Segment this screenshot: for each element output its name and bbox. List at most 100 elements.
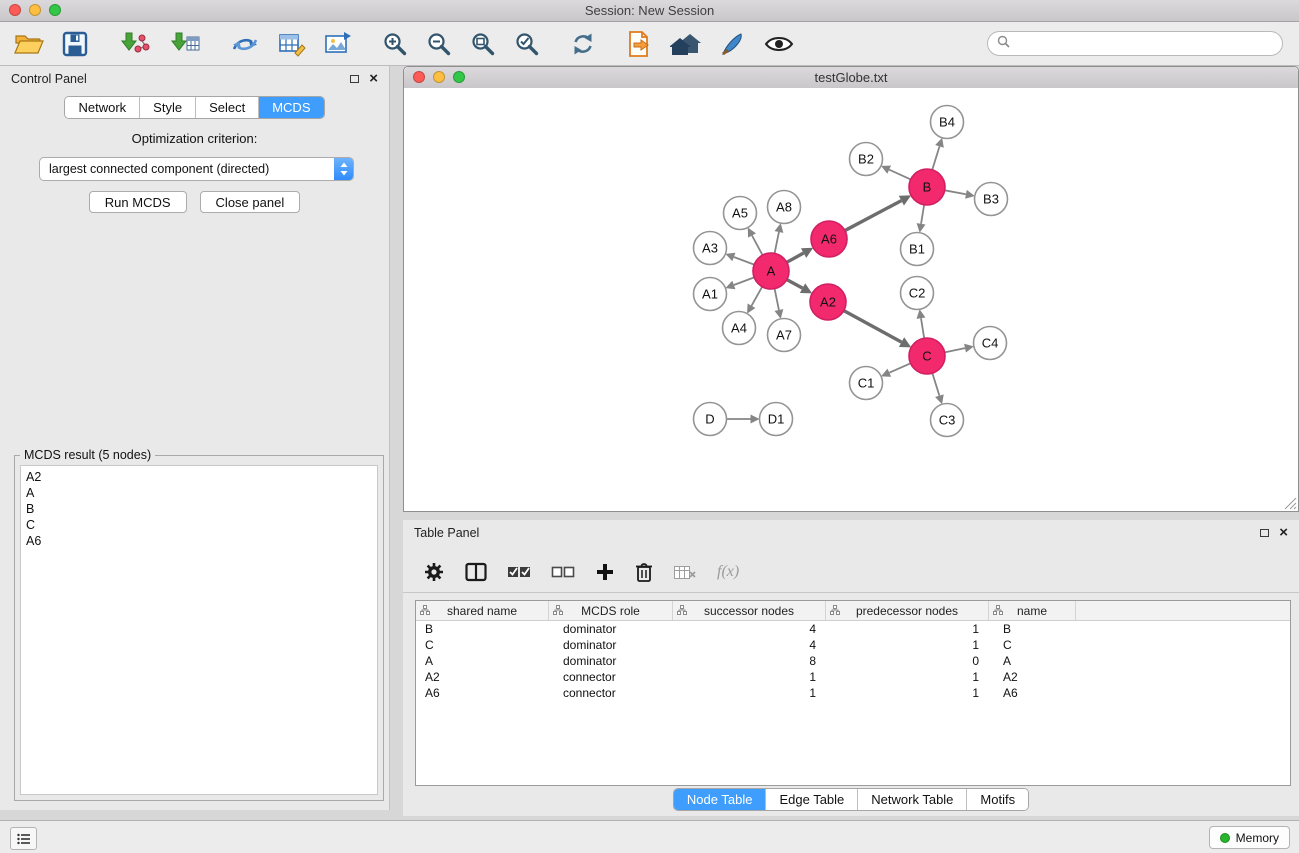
export-image-icon[interactable]	[324, 27, 352, 61]
network-close-button[interactable]	[413, 71, 425, 83]
graph-edge-A-A6[interactable]	[787, 248, 813, 263]
function-builder-button[interactable]: f(x)	[717, 563, 739, 581]
graph-node-A6[interactable]: A6	[811, 221, 847, 257]
graphics-details-icon[interactable]	[720, 27, 746, 61]
show-hide-icon[interactable]	[764, 27, 794, 61]
graph-node-D1[interactable]: D1	[760, 403, 793, 436]
graph-node-B4[interactable]: B4	[931, 106, 964, 139]
table-tab-motifs[interactable]: Motifs	[967, 789, 1028, 810]
graph-edge-A-A4[interactable]	[747, 287, 762, 314]
column-header-MCDS-role[interactable]: MCDS role	[549, 601, 673, 620]
tab-style[interactable]: Style	[140, 97, 196, 118]
result-item[interactable]: A2	[26, 469, 377, 485]
graph-edge-C-C1[interactable]	[881, 363, 910, 377]
column-header-predecessor-nodes[interactable]: predecessor nodes	[826, 601, 989, 620]
tab-select[interactable]: Select	[196, 97, 259, 118]
run-mcds-button[interactable]: Run MCDS	[89, 191, 187, 213]
graph-node-A4[interactable]: A4	[723, 312, 756, 345]
close-window-button[interactable]	[9, 4, 21, 16]
graph-node-A7[interactable]: A7	[768, 319, 801, 352]
graph-edge-A-A1[interactable]	[725, 277, 754, 289]
resize-grip-icon[interactable]	[1284, 497, 1297, 510]
graph-edge-B-B1[interactable]	[917, 205, 926, 233]
graph-node-A2[interactable]: A2	[810, 284, 846, 320]
graph-node-A5[interactable]: A5	[724, 197, 757, 230]
criterion-select[interactable]: largest connected component (directed)	[39, 157, 354, 181]
table-settings-gear-icon[interactable]	[423, 555, 445, 589]
graph-edge-A-A2[interactable]	[787, 280, 812, 294]
import-table-icon[interactable]	[168, 27, 200, 61]
network-canvas[interactable]: B4B2BB3A5A8A6B1A3AC2A1A2A4A7C4CC1C3DD1	[404, 88, 1298, 511]
graph-node-D[interactable]: D	[694, 403, 727, 436]
search-field[interactable]	[987, 31, 1283, 56]
task-history-button[interactable]	[10, 827, 37, 850]
graph-edge-A-A5[interactable]	[748, 228, 763, 256]
network-minimize-button[interactable]	[433, 71, 445, 83]
graph-edge-B-B4[interactable]	[932, 138, 944, 170]
result-item[interactable]: C	[26, 517, 377, 533]
column-header-shared-name[interactable]: shared name	[416, 601, 549, 620]
table-row[interactable]: A6connector11A6	[416, 685, 1290, 701]
graph-node-B1[interactable]: B1	[901, 233, 934, 266]
float-table-panel-icon[interactable]	[1260, 529, 1269, 537]
graph-node-C4[interactable]: C4	[974, 327, 1007, 360]
graph-node-A3[interactable]: A3	[694, 232, 727, 265]
add-row-icon[interactable]	[595, 555, 615, 589]
select-all-icon[interactable]	[507, 555, 531, 589]
save-session-icon[interactable]	[62, 27, 88, 61]
graph-node-A1[interactable]: A1	[694, 278, 727, 311]
graph-node-A8[interactable]: A8	[768, 191, 801, 224]
search-input[interactable]	[1016, 36, 1273, 52]
graph-node-B3[interactable]: B3	[975, 183, 1008, 216]
graph-node-C1[interactable]: C1	[850, 367, 883, 400]
graph-edge-A2-C[interactable]	[844, 311, 911, 348]
table-row[interactable]: Adominator80A	[416, 653, 1290, 669]
graph-edge-B-B3[interactable]	[945, 190, 975, 199]
zoom-fit-icon[interactable]	[470, 27, 496, 61]
network-graph[interactable]: B4B2BB3A5A8A6B1A3AC2A1A2A4A7C4CC1C3DD1	[404, 88, 1298, 511]
node-table[interactable]: shared nameMCDS rolesuccessor nodesprede…	[415, 600, 1291, 786]
tab-network[interactable]: Network	[65, 97, 140, 118]
memory-button[interactable]: Memory	[1209, 826, 1290, 849]
graph-node-C[interactable]: C	[909, 338, 945, 374]
result-item[interactable]: B	[26, 501, 377, 517]
graph-edge-C-C2[interactable]	[917, 309, 926, 338]
close-table-panel-icon[interactable]: ×	[1279, 528, 1288, 538]
close-control-panel-icon[interactable]: ×	[369, 74, 378, 84]
graph-edge-A-A3[interactable]	[725, 253, 754, 265]
graph-edge-A6-B[interactable]	[845, 195, 911, 230]
new-table-icon[interactable]	[278, 27, 306, 61]
graph-node-C3[interactable]: C3	[931, 404, 964, 437]
network-zoom-button[interactable]	[453, 71, 465, 83]
refresh-layout-icon[interactable]	[570, 27, 596, 61]
ndex-home-icon[interactable]	[670, 27, 702, 61]
graph-edge-B-B2[interactable]	[881, 166, 911, 180]
close-panel-button[interactable]: Close panel	[200, 191, 301, 213]
minimize-window-button[interactable]	[29, 4, 41, 16]
deselect-all-icon[interactable]	[551, 555, 575, 589]
zoom-in-icon[interactable]	[382, 27, 408, 61]
column-header-name[interactable]: name	[989, 601, 1076, 620]
graph-edge-C-C4[interactable]	[945, 344, 974, 353]
graph-edge-A-A8[interactable]	[775, 223, 784, 253]
graph-edge-A-A7[interactable]	[775, 289, 784, 319]
annotation-icon[interactable]	[626, 27, 652, 61]
table-row[interactable]: Bdominator41B	[416, 621, 1290, 637]
tab-mcds[interactable]: MCDS	[259, 97, 323, 118]
graph-edge-D-D1[interactable]	[727, 415, 760, 424]
float-panel-icon[interactable]	[350, 75, 359, 83]
table-row[interactable]: A2connector11A2	[416, 669, 1290, 685]
column-header-successor-nodes[interactable]: successor nodes	[673, 601, 826, 620]
table-tab-edge-table[interactable]: Edge Table	[766, 789, 858, 810]
graph-node-C2[interactable]: C2	[901, 277, 934, 310]
delete-table-icon[interactable]	[673, 555, 697, 589]
table-tab-node-table[interactable]: Node Table	[674, 789, 767, 810]
new-network-icon[interactable]	[230, 27, 260, 61]
delete-row-icon[interactable]	[635, 555, 653, 589]
open-session-icon[interactable]	[14, 27, 44, 61]
result-item[interactable]: A6	[26, 533, 377, 549]
graph-node-B[interactable]: B	[909, 169, 945, 205]
table-row[interactable]: Cdominator41C	[416, 637, 1290, 653]
import-network-icon[interactable]	[118, 27, 150, 61]
graph-node-A[interactable]: A	[753, 253, 789, 289]
